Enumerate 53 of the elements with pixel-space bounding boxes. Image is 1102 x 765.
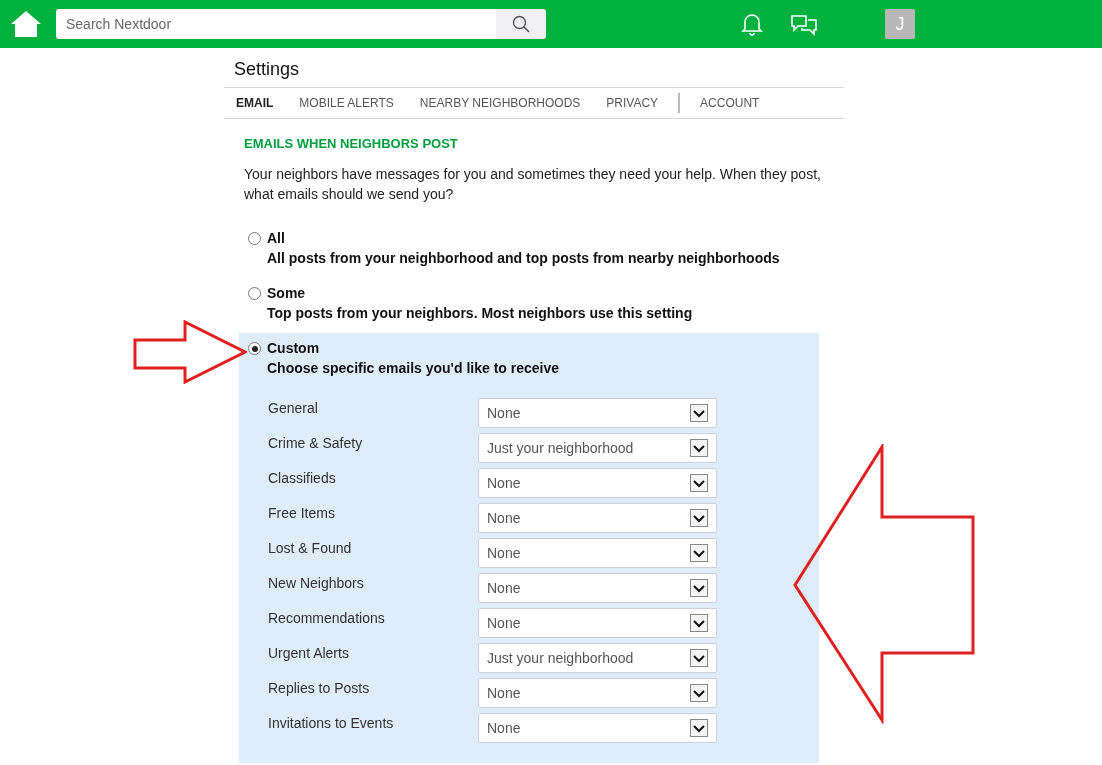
option-label: Custom [267,339,321,358]
setting-label: General [268,399,319,418]
option-label: Some [267,284,307,303]
intro-paragraph: Your neighbors have messages for you and sometimes they need your help. When they post, what emails should we send you? [243,165,822,204]
dropdown[interactable]: Just your neighborhood [478,643,717,673]
chevron-down-icon [690,719,708,737]
chevron-down-icon [690,509,708,527]
tab[interactable]: NEARBY NEIGHBORHOODS [419,94,581,112]
dropdown[interactable]: Just your neighborhood [478,433,717,463]
tab[interactable]: PRIVACY [606,94,659,112]
section-title: EMAILS WHEN NEIGHBORS POST [243,136,459,152]
option-description: Top posts from your neighbors. Most neighbors use this setting [267,304,693,323]
search-button[interactable] [496,9,546,39]
setting-label: Lost & Found [268,539,353,558]
dropdown[interactable]: None [478,608,717,638]
setting-label: Crime & Safety [268,434,364,453]
chevron-down-icon [690,579,708,597]
tab[interactable]: ACCOUNT [700,94,760,112]
setting-label: Urgent Alerts [268,644,350,663]
dropdown[interactable]: None [478,503,717,533]
dropdown[interactable]: None [478,713,717,743]
dropdown[interactable]: None [478,468,717,498]
dropdown[interactable]: None [478,678,717,708]
setting-label: Classifieds [268,469,337,488]
dropdown[interactable]: None [478,398,717,428]
tab[interactable]: MOBILE ALERTS [299,94,394,112]
chevron-down-icon [690,404,708,422]
chevron-down-icon [690,649,708,667]
search-icon [512,15,530,33]
dropdown[interactable]: None [478,538,717,568]
setting-label: New Neighbors [268,574,365,593]
tab[interactable]: EMAIL [236,94,274,112]
dropdown[interactable]: None [478,573,717,603]
option-description: Choose specific emails you'd like to receive [267,359,559,378]
option-label: All [267,229,286,248]
home-icon[interactable] [10,10,42,38]
radio-button[interactable] [248,287,261,300]
setting-label: Recommendations [268,609,386,628]
chat-icon[interactable] [790,12,818,36]
radio-button[interactable] [248,232,261,245]
chevron-down-icon [690,614,708,632]
setting-label: Free Items [268,504,336,523]
search-field[interactable]: Search Nextdoor [56,9,496,39]
chevron-down-icon [690,439,708,457]
option-description: All posts from your neighborhood and top posts from nearby neighborhoods [267,249,780,268]
page-title: Settings [233,58,301,81]
setting-label: Replies to Posts [268,679,371,698]
chevron-down-icon [690,474,708,492]
radio-button[interactable] [248,342,261,355]
chevron-down-icon [690,684,708,702]
bell-icon[interactable] [741,12,763,36]
setting-label: Invitations to Events [268,714,395,733]
chevron-down-icon [690,544,708,562]
